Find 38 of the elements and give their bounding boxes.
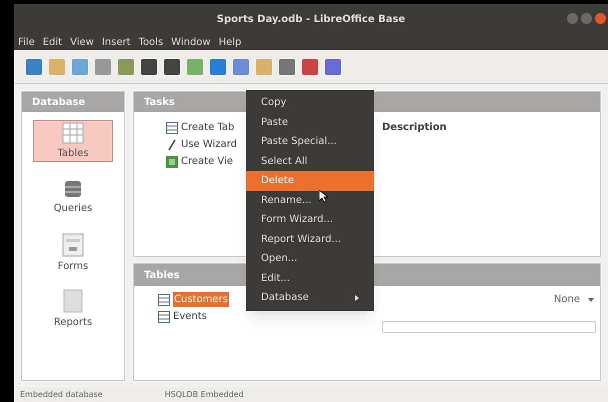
sidebar-item[interactable]: Reports	[33, 288, 113, 330]
menu-item[interactable]: Tools	[138, 34, 164, 50]
menu-item[interactable]: Select All	[246, 152, 374, 171]
menu-item[interactable]: Insert	[102, 34, 131, 50]
panel-header: Database	[22, 92, 124, 112]
window-title: Sports Day.odb - LibreOffice Base	[216, 12, 406, 26]
database-icon	[63, 178, 83, 198]
task-link[interactable]: Create Vie	[166, 154, 246, 169]
table-list-item[interactable]: Events	[158, 309, 246, 324]
maximize-button[interactable]	[581, 13, 592, 24]
sidebar-item[interactable]: Forms	[33, 232, 113, 274]
form-icon	[62, 232, 84, 256]
status-text: Embedded database	[20, 388, 103, 400]
menu-item[interactable]: File	[18, 34, 35, 50]
minimize-button[interactable]	[567, 13, 578, 24]
sidebar-item[interactable]: Tables	[33, 120, 113, 162]
menu-item[interactable]: Rename...	[246, 190, 374, 210]
menu-item[interactable]: Help	[218, 34, 242, 50]
view-icon	[166, 156, 178, 168]
sidebar-item[interactable]: Queries	[33, 176, 113, 218]
preview-dropdown[interactable]: None	[554, 292, 596, 307]
menu-item[interactable]: Window	[171, 34, 211, 50]
task-link[interactable]: Use Wizard	[166, 137, 246, 152]
mouse-pointer-icon	[319, 190, 328, 203]
menu-item[interactable]: Edit	[42, 34, 62, 50]
menu-item[interactable]: Form Wizard...	[246, 210, 374, 230]
menu-item[interactable]: Database	[246, 288, 374, 308]
caret-icon	[588, 298, 594, 302]
menu-item[interactable]: Paste	[246, 112, 374, 132]
description-label: Description	[382, 121, 447, 135]
menu-item[interactable]: View	[70, 34, 94, 50]
task-link[interactable]: Create Tab	[166, 120, 246, 135]
close-button[interactable]	[595, 13, 606, 24]
menu-item[interactable]: Copy	[246, 93, 374, 112]
status-text: HSQLDB Embedded	[164, 388, 244, 400]
menu-item[interactable]: Edit...	[246, 268, 374, 288]
menu-item[interactable]: Paste Special...	[246, 132, 374, 152]
menu-item[interactable]: Report Wizard...	[246, 230, 374, 249]
